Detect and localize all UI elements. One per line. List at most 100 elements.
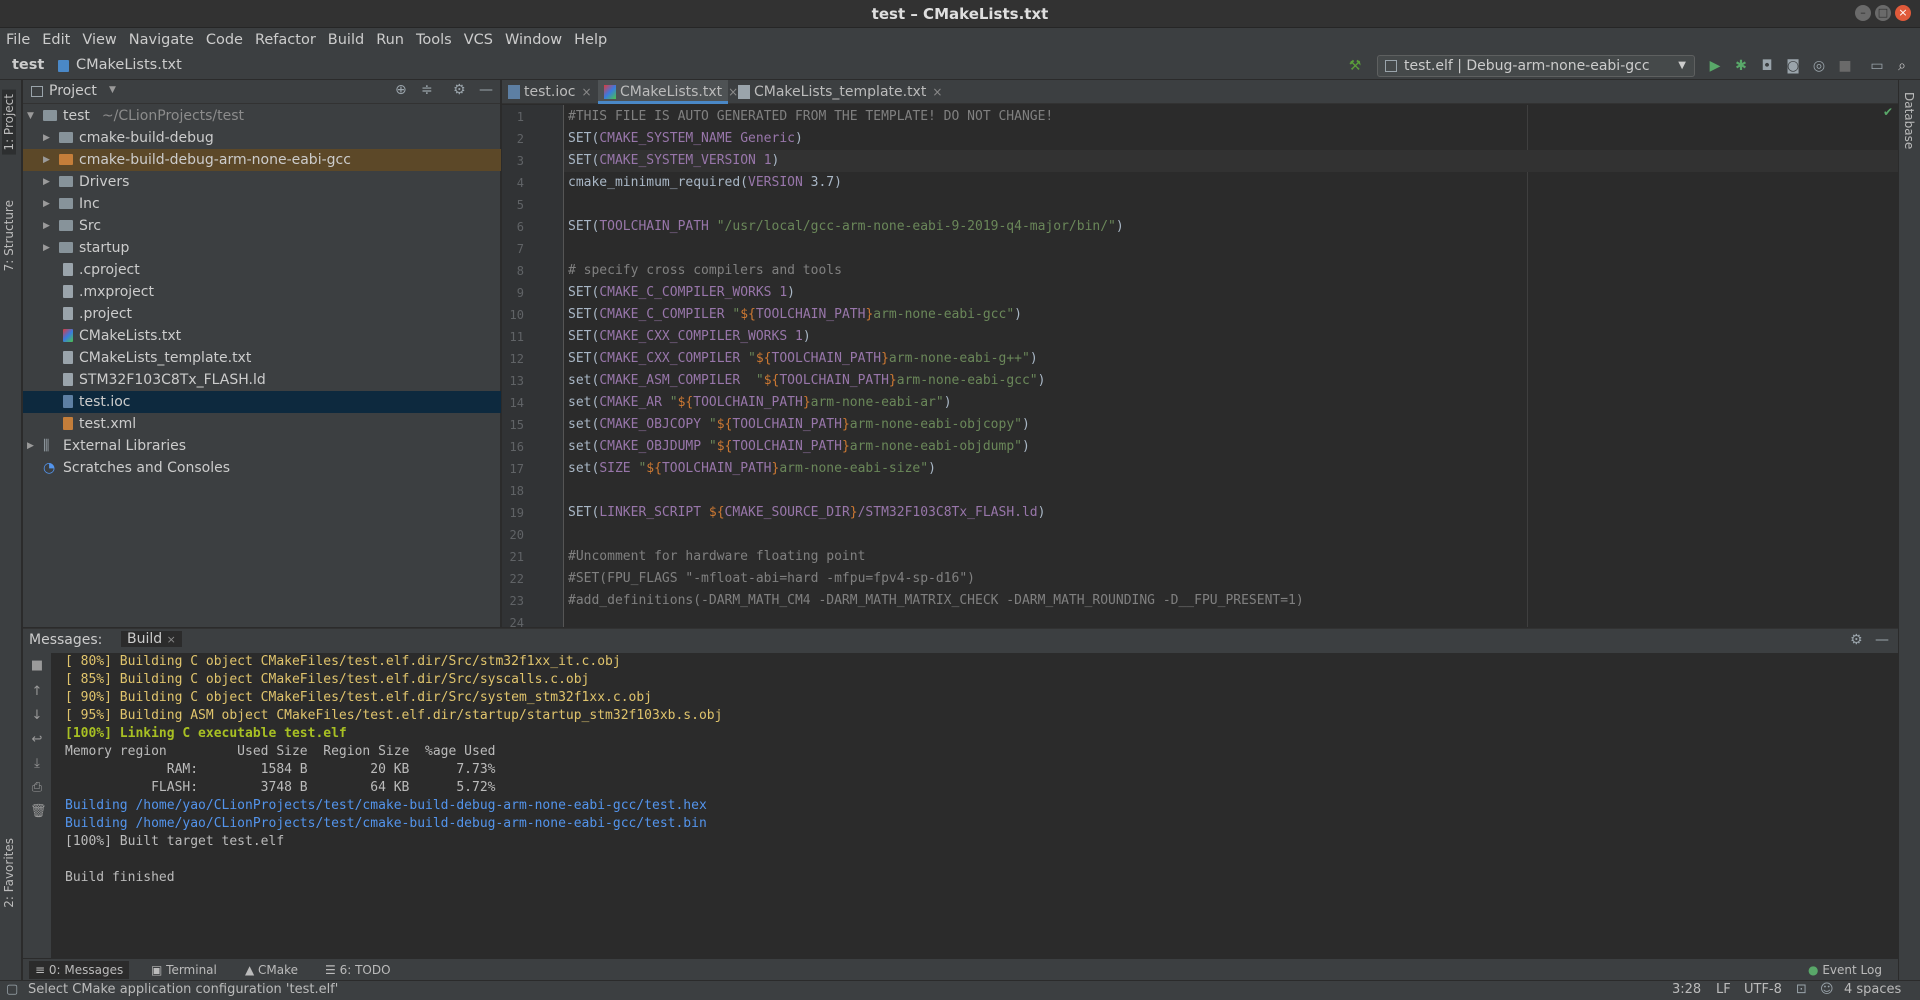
debug-icon[interactable]: ✱ <box>1732 57 1750 75</box>
code-line[interactable]: SET(CMAKE_C_COMPILER "${TOOLCHAIN_PATH}a… <box>568 304 1022 326</box>
tool-messages[interactable]: ≡ 0: Messages <box>29 961 130 979</box>
tree-item[interactable]: .cproject <box>23 259 501 281</box>
code-line[interactable]: set(CMAKE_ASM_COMPILER "${TOOLCHAIN_PATH… <box>568 370 1045 392</box>
chevron-right-icon[interactable]: ▶ <box>43 171 50 193</box>
coverage-icon[interactable]: ◘ <box>1758 57 1776 75</box>
run-configuration-selector[interactable]: test.elf | Debug-arm-none-eabi-gcc ▼ <box>1377 55 1695 77</box>
code-line[interactable]: #add_definitions(-DARM_MATH_CM4 -DARM_MA… <box>568 590 1304 612</box>
code-line[interactable]: SET(CMAKE_SYSTEM_NAME Generic) <box>568 128 803 150</box>
tree-item[interactable]: CMakeLists_template.txt <box>23 347 501 369</box>
menu-code[interactable]: Code <box>200 28 249 52</box>
tab-favorites[interactable]: 2: Favorites <box>2 838 16 908</box>
tab-cmakelists-template[interactable]: CMakeLists_template.txt × <box>732 80 952 104</box>
tree-item[interactable]: test.ioc <box>23 391 501 413</box>
hide-icon[interactable]: — <box>1875 632 1889 648</box>
build-output[interactable]: [ 80%] Building C object CMakeFiles/test… <box>53 653 1896 959</box>
tree-item[interactable]: ▶ Inc <box>23 193 501 215</box>
run-icon[interactable]: ▶ <box>1706 57 1724 75</box>
chevron-right-icon[interactable]: ▶ <box>43 149 50 171</box>
tree-root[interactable]: ▼ test ~/CLionProjects/test <box>23 105 501 127</box>
minimize-icon[interactable]: – <box>1855 5 1871 21</box>
locate-icon[interactable]: ⊕ <box>395 82 407 98</box>
trash-icon[interactable]: 🗑 <box>30 805 47 819</box>
breadcrumb-file[interactable]: CMakeLists.txt <box>76 57 182 73</box>
lock-icon[interactable]: ⊡ <box>1796 982 1807 997</box>
tree-external-libraries[interactable]: ▶ ⫼ External Libraries <box>23 435 501 457</box>
menu-run[interactable]: Run <box>370 28 410 52</box>
maximize-icon[interactable]: □ <box>1875 5 1891 21</box>
soft-wrap-icon[interactable]: ↩ <box>30 733 44 747</box>
close-icon[interactable]: × <box>932 85 942 99</box>
print-icon[interactable]: ⎙ <box>30 781 44 795</box>
tool-todo[interactable]: ☰ 6: TODO <box>325 961 391 979</box>
build-hammer-icon[interactable]: ⚒ <box>1346 57 1364 75</box>
stop-icon[interactable]: ■ <box>1836 57 1854 75</box>
code-line[interactable]: #Uncomment for hardware floating point <box>568 546 865 568</box>
tab-project[interactable]: 1: Project <box>2 90 16 155</box>
chevron-down-icon[interactable]: ▼ <box>27 105 34 127</box>
code-line[interactable]: cmake_minimum_required(VERSION 3.7) <box>568 172 842 194</box>
code-line[interactable]: #SET(FPU_FLAGS "-mfloat-abi=hard -mfpu=f… <box>568 568 975 590</box>
tree-item[interactable]: ▶ Drivers <box>23 171 501 193</box>
menu-file[interactable]: File <box>0 28 36 52</box>
code-line[interactable]: SET(CMAKE_C_COMPILER_WORKS 1) <box>568 282 795 304</box>
indent-setting[interactable]: 4 spaces <box>1844 982 1901 997</box>
menu-help[interactable]: Help <box>568 28 613 52</box>
tab-structure[interactable]: 7: Structure <box>2 200 16 271</box>
tree-item[interactable]: ▶ cmake-build-debug-arm-none-eabi-gcc <box>23 149 501 171</box>
tab-cmakelists[interactable]: CMakeLists.txt × <box>598 80 738 104</box>
chevron-right-icon[interactable]: ▶ <box>27 435 34 457</box>
output-line[interactable]: Building /home/yao/CLionProjects/test/cm… <box>65 797 707 815</box>
close-icon[interactable]: × <box>582 85 592 99</box>
tree-item[interactable]: ▶ cmake-build-debug <box>23 127 501 149</box>
tool-cmake[interactable]: ▲ CMake <box>245 961 298 979</box>
menu-edit[interactable]: Edit <box>36 28 76 52</box>
code-line[interactable]: SET(CMAKE_CXX_COMPILER "${TOOLCHAIN_PATH… <box>568 348 1038 370</box>
code-line[interactable]: set(SIZE "${TOOLCHAIN_PATH}arm-none-eabi… <box>568 458 936 480</box>
inspection-ok-icon[interactable]: ✔ <box>1883 105 1893 119</box>
tool-terminal[interactable]: ▣ Terminal <box>151 961 217 979</box>
hide-icon[interactable]: — <box>479 82 493 98</box>
tab-test-ioc[interactable]: test.ioc × <box>502 80 594 104</box>
tree-item[interactable]: ▶ startup <box>23 237 501 259</box>
code-editor[interactable]: 1 2 3 4 5 6 7 8 9 10 11 12 13 14 15 16 17 18 19 20 21 22 23 24 … <box>502 105 1898 627</box>
output-line[interactable]: Building /home/yao/CLionProjects/test/cm… <box>65 815 707 833</box>
breadcrumb-project[interactable]: test <box>12 57 44 73</box>
profile-icon[interactable]: ◙ <box>1784 57 1802 75</box>
menu-refactor[interactable]: Refactor <box>249 28 322 52</box>
code-line[interactable]: set(CMAKE_OBJCOPY "${TOOLCHAIN_PATH}arm-… <box>568 414 1030 436</box>
tree-item[interactable]: test.xml <box>23 413 501 435</box>
menu-build[interactable]: Build <box>322 28 370 52</box>
file-encoding[interactable]: UTF-8 <box>1744 982 1782 997</box>
collapse-all-icon[interactable]: ≑ <box>421 82 433 98</box>
tree-item[interactable]: .project <box>23 303 501 325</box>
code-line[interactable]: SET(CMAKE_CXX_COMPILER_WORKS 1) <box>568 326 811 348</box>
menu-view[interactable]: View <box>76 28 122 52</box>
code-line[interactable]: SET(TOOLCHAIN_PATH "/usr/local/gcc-arm-n… <box>568 216 1124 238</box>
stop-icon[interactable]: ■ <box>30 659 44 673</box>
tab-build[interactable]: Build × <box>121 631 182 647</box>
code-line[interactable]: SET(LINKER_SCRIPT ${CMAKE_SOURCE_DIR}/ST… <box>568 502 1045 524</box>
arrow-down-icon[interactable]: ↓ <box>30 709 44 723</box>
cursor-position[interactable]: 3:28 <box>1672 982 1701 997</box>
scroll-to-end-icon[interactable]: ⤓ <box>30 757 44 771</box>
gear-icon[interactable]: ⚙ <box>1850 632 1863 648</box>
menu-vcs[interactable]: VCS <box>458 28 499 52</box>
tree-scratches[interactable]: ◔ Scratches and Consoles <box>23 457 501 479</box>
arrow-up-icon[interactable]: ↑ <box>30 685 44 699</box>
code-line[interactable]: set(CMAKE_OBJDUMP "${TOOLCHAIN_PATH}arm-… <box>568 436 1030 458</box>
chevron-right-icon[interactable]: ▶ <box>43 193 50 215</box>
tree-item[interactable]: CMakeLists.txt <box>23 325 501 347</box>
menu-tools[interactable]: Tools <box>410 28 458 52</box>
attach-icon[interactable]: ◎ <box>1810 57 1828 75</box>
tree-item[interactable]: .mxproject <box>23 281 501 303</box>
gear-icon[interactable]: ⚙ <box>453 82 466 98</box>
tab-database[interactable]: Database <box>1902 92 1916 149</box>
code-line[interactable]: #THIS FILE IS AUTO GENERATED FROM THE TE… <box>568 106 1053 128</box>
close-icon[interactable]: × <box>1895 5 1911 21</box>
chevron-right-icon[interactable]: ▶ <box>43 215 50 237</box>
chevron-down-icon[interactable]: ▼ <box>109 85 116 95</box>
tree-item[interactable]: STM32F103C8Tx_FLASH.ld <box>23 369 501 391</box>
status-toggle-icon[interactable]: ▢ <box>6 982 18 997</box>
event-log[interactable]: ● Event Log <box>1808 961 1882 979</box>
